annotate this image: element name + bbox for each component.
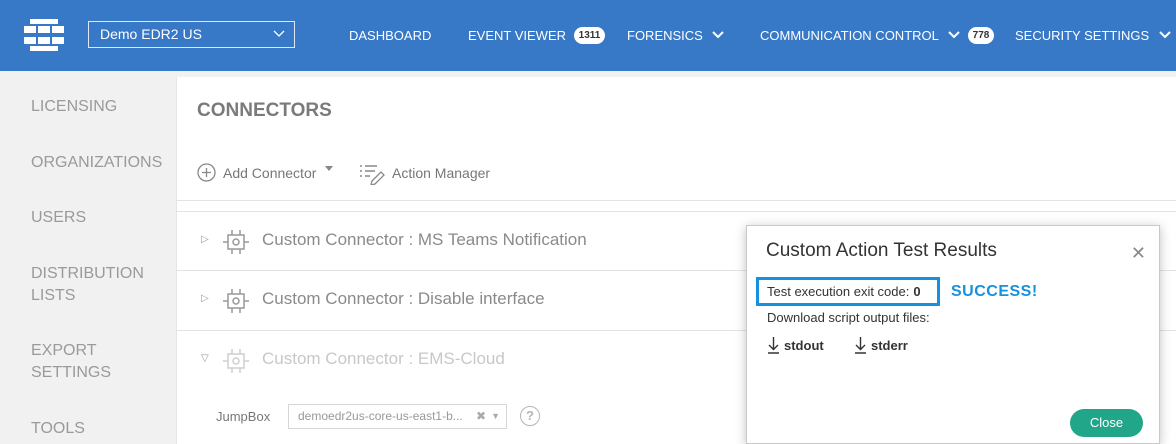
nav-security-settings[interactable]: SECURITY SETTINGS (1015, 0, 1171, 71)
connector-plug-icon (223, 289, 249, 313)
nav-dashboard[interactable]: DASHBOARD (349, 0, 431, 71)
add-connector-button[interactable]: Add Connector (197, 163, 340, 182)
organization-select-value: Demo EDR2 US (100, 26, 202, 42)
test-results-dialog: Custom Action Test Results ✕ Test execut… (746, 225, 1160, 444)
organization-select[interactable]: Demo EDR2 US (88, 21, 295, 48)
connector-label: Custom Connector : EMS-Cloud (262, 349, 505, 368)
action-manager-button[interactable]: Action Manager (359, 161, 490, 185)
sidebar-item-label: EXPORT (31, 342, 97, 359)
chevron-down-icon (273, 30, 285, 37)
jumpbox-select-value: demoedr2us-core-us-east1-b... (298, 409, 463, 423)
clear-icon[interactable]: ✖ (476, 405, 486, 428)
sidebar-item-tools[interactable]: TOOLS (31, 418, 85, 440)
settings-sidebar: LICENSING ORGANIZATIONS USERS DISTRIBUTI… (0, 71, 176, 444)
download-stderr-link[interactable]: stderr (854, 336, 908, 354)
connector-label: Custom Connector : Disable interface (262, 289, 545, 308)
nav-event-viewer[interactable]: EVENT VIEWER 1311 (468, 0, 606, 71)
collapse-triangle-icon[interactable]: ▽ (201, 353, 209, 364)
connector-plug-icon (223, 349, 249, 373)
nav-dashboard-label: DASHBOARD (349, 28, 432, 43)
communication-control-count-badge: 778 (967, 26, 995, 44)
sidebar-item-label: DISTRIBUTION (31, 265, 144, 282)
download-icon (855, 337, 866, 354)
stderr-label: stderr (871, 337, 908, 353)
sidebar-item-label: LISTS (31, 287, 76, 304)
dialog-title: Custom Action Test Results (766, 240, 997, 261)
toolbar-divider (177, 200, 1176, 201)
nav-forensics-label: FORENSICS (627, 28, 703, 43)
nav-forensics[interactable]: FORENSICS (627, 0, 725, 71)
help-icon[interactable]: ? (520, 406, 540, 426)
sidebar-item-export-settings[interactable]: EXPORT SETTINGS (31, 340, 111, 384)
nav-communication-control[interactable]: COMMUNICATION CONTROL 778 (760, 0, 995, 71)
fortinet-logo[interactable] (24, 18, 64, 52)
connector-label: Custom Connector : MS Teams Notification (262, 230, 587, 249)
page-title: CONNECTORS (197, 100, 332, 121)
download-icon (768, 337, 779, 354)
add-connector-label: Add Connector (223, 164, 317, 181)
connector-plug-icon (223, 230, 249, 254)
sidebar-item-organizations[interactable]: ORGANIZATIONS (31, 152, 162, 174)
expand-triangle-icon[interactable]: ▷ (201, 293, 209, 304)
success-status: SUCCESS! (951, 283, 1038, 300)
caret-down-icon: ▼ (491, 411, 500, 421)
caret-down-icon (325, 166, 334, 171)
nav-security-settings-label: SECURITY SETTINGS (1015, 28, 1150, 43)
expand-triangle-icon[interactable]: ▷ (201, 234, 209, 245)
sidebar-item-licensing[interactable]: LICENSING (31, 96, 117, 118)
stdout-label: stdout (784, 337, 824, 353)
add-circle-icon (197, 163, 216, 182)
action-manager-label: Action Manager (392, 165, 491, 181)
sidebar-item-distribution-lists[interactable]: DISTRIBUTION LISTS (31, 263, 144, 307)
sidebar-item-label: SETTINGS (31, 364, 112, 381)
nav-communication-control-label: COMMUNICATION CONTROL (760, 28, 939, 43)
jumpbox-select[interactable]: demoedr2us-core-us-east1-b... ✖ ▼ (288, 404, 507, 429)
exit-code-value: 0 (913, 284, 921, 299)
event-viewer-count-badge: 1311 (573, 26, 606, 44)
top-navigation-bar: Demo EDR2 US DASHBOARD EVENT VIEWER 1311… (0, 0, 1176, 71)
chevron-down-icon (948, 30, 960, 38)
close-icon[interactable]: ✕ (1131, 243, 1146, 264)
sidebar-item-users[interactable]: USERS (31, 207, 86, 229)
close-button[interactable]: Close (1070, 409, 1143, 437)
download-label: Download script output files: (767, 310, 930, 325)
download-stdout-link[interactable]: stdout (767, 336, 824, 354)
jumpbox-label: JumpBox (216, 409, 271, 424)
action-list-icon (360, 165, 385, 185)
nav-event-viewer-label: EVENT VIEWER (468, 28, 567, 43)
chevron-down-icon (1159, 30, 1171, 38)
chevron-down-icon (712, 30, 725, 38)
exit-code-box: Test execution exit code: 0 (756, 277, 940, 306)
exit-code-label: Test execution exit code: (767, 284, 910, 299)
